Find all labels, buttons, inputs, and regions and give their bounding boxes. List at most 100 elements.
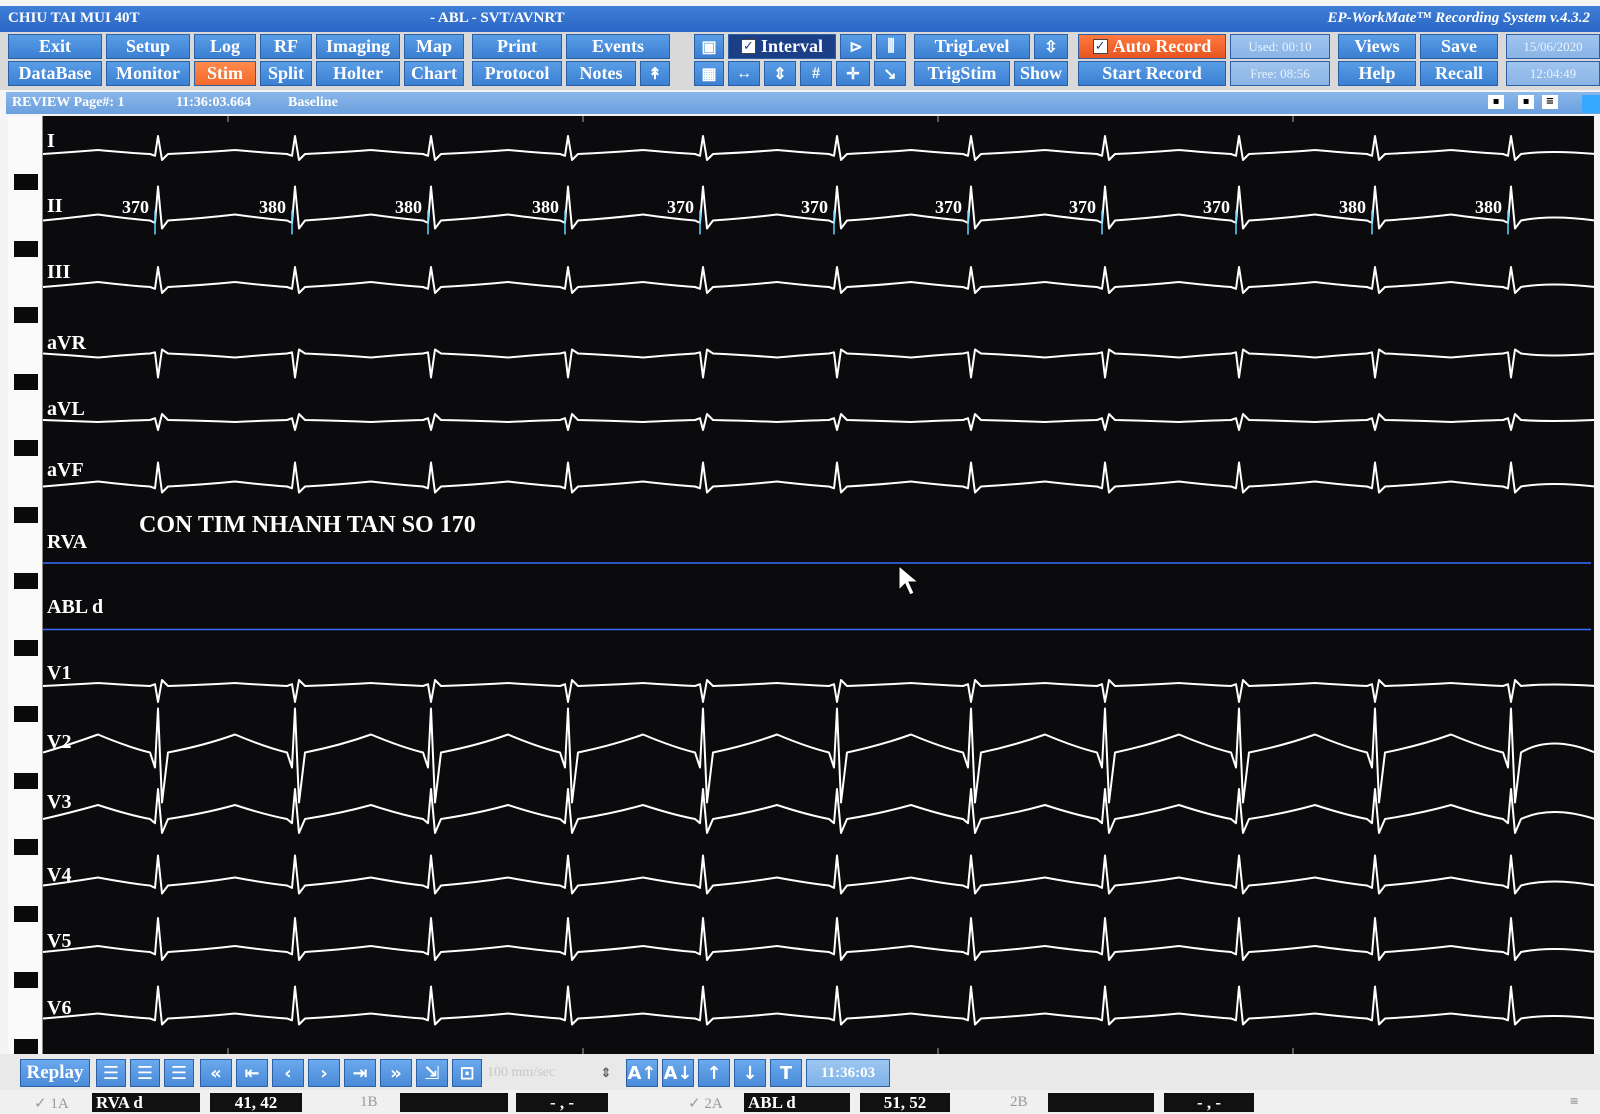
ecg-trace-v5 (43, 917, 1594, 961)
replay-toolbar: Replay ☰ ☰ ☰ « ⇤ ‹ › ⇥ » ⇲ ⊡ 100 mm/sec … (0, 1054, 1600, 1090)
page-layout-3-icon[interactable]: ☰ (164, 1059, 194, 1087)
channel-marker (14, 772, 38, 789)
views-button[interactable]: Views (1338, 34, 1416, 59)
step-forward-page-icon[interactable]: ⇥ (344, 1059, 376, 1087)
split-button[interactable]: Split (260, 61, 312, 86)
channel-marker (14, 972, 38, 988)
log-button[interactable]: Log (194, 34, 256, 59)
stim-button[interactable]: Stim (194, 61, 256, 86)
h-caliper-icon[interactable]: ↔ (728, 61, 760, 86)
date-readout: 15/06/2020 (1506, 34, 1600, 59)
move-up-icon[interactable]: ↑ (698, 1059, 730, 1087)
show-button[interactable]: Show (1014, 61, 1068, 86)
step-back-icon[interactable]: ‹ (272, 1059, 304, 1087)
auto-record-checkbox[interactable]: ✓ (1092, 39, 1108, 54)
channel-1b-value: - , - (516, 1093, 608, 1112)
ecg-display[interactable]: CON TIM NHANH TAN SO 170 I II III aVR aVL aVF… (42, 116, 1594, 1054)
page-layout-1-icon[interactable]: ☰ (96, 1059, 126, 1087)
rr-interval-label: 370 (1203, 196, 1230, 217)
channel-2a-checkbox[interactable]: ✓ 2A (688, 1094, 723, 1113)
step-forward-icon[interactable]: › (308, 1059, 340, 1087)
holter-button[interactable]: Holter (316, 61, 400, 86)
rr-interval-label: 380 (395, 196, 422, 217)
rewind-fast-icon[interactable]: « (200, 1059, 232, 1087)
trig-stim-button[interactable]: TrigStim (914, 61, 1010, 86)
ecg-trace-v2 (43, 707, 1594, 804)
pin-icon[interactable]: ↟ (640, 61, 670, 86)
exit-button[interactable]: Exit (8, 34, 102, 59)
lead-label: aVF (47, 458, 84, 481)
review-mode: Baseline (288, 95, 338, 110)
interval-toggle[interactable]: ✓ Interval (728, 34, 836, 59)
database-button[interactable]: DataBase (8, 61, 102, 86)
save-button[interactable]: Save (1420, 34, 1498, 59)
move-down-icon[interactable]: ↓ (734, 1059, 766, 1087)
monitor-button[interactable]: Monitor (106, 61, 190, 86)
columns-icon[interactable]: ⫼ (876, 34, 906, 59)
grid-icon[interactable]: ▦ (694, 61, 724, 86)
rf-button[interactable]: RF (260, 34, 312, 59)
marker-icon[interactable]: ⊳ (840, 34, 872, 59)
menu-icon[interactable]: ≡ (1542, 95, 1558, 109)
ecg-trace-avf (43, 461, 1594, 494)
window-titlebar: CHIU TAI MUI 40T - ABL - SVT/AVNRT EP-Wo… (0, 6, 1600, 32)
forward-fast-icon[interactable]: » (380, 1059, 412, 1087)
notes-button[interactable]: Notes (566, 61, 636, 86)
protocol-button[interactable]: Protocol (472, 61, 562, 86)
trig-level-button[interactable]: TrigLevel (914, 34, 1030, 59)
channel-1a-name: RVA d (92, 1093, 200, 1112)
step-back-page-icon[interactable]: ⇤ (236, 1059, 268, 1087)
speed-spinner-icon[interactable]: ⇕ (598, 1059, 614, 1087)
ecg-trace-avl (43, 413, 1594, 431)
review-timestamp: 11:36:03.664 (176, 95, 252, 110)
sweep-speed-field[interactable]: 100 mm/sec (487, 1062, 595, 1084)
map-button[interactable]: Map (404, 34, 464, 59)
channel-status-bar: ✓ 1A RVA d 41, 42 1B - , - ✓ 2A ABL d 51… (0, 1090, 1600, 1114)
channel-marker (14, 839, 38, 855)
lead-label: I (47, 130, 55, 152)
auto-record-toggle[interactable]: ✓ Auto Record (1078, 34, 1226, 59)
channel-marker (14, 639, 38, 656)
diagonal-icon[interactable]: ↘ (874, 61, 906, 86)
channel-marker (14, 240, 38, 257)
amp-decrease-icon[interactable]: A↓ (662, 1059, 694, 1087)
imaging-button[interactable]: Imaging (316, 34, 400, 59)
go-to-end-icon[interactable]: ⇲ (416, 1059, 448, 1087)
camera-icon[interactable]: ▣ (694, 34, 724, 59)
events-button[interactable]: Events (566, 34, 670, 59)
ecg-trace-avr (43, 348, 1594, 379)
minimize-icon[interactable]: ▪ (1488, 95, 1504, 109)
interval-checkbox[interactable]: ✓ (741, 39, 756, 54)
rr-interval-label: 370 (122, 196, 149, 217)
number-icon[interactable]: # (800, 61, 832, 86)
text-tool-icon[interactable]: T (770, 1059, 802, 1087)
channel-1a-checkbox[interactable]: ✓ 1A (34, 1094, 69, 1113)
system-title: EP-WorkMate™ Recording System v.4.3.2 (1327, 10, 1591, 26)
cross-icon[interactable]: ✛ (836, 61, 870, 86)
setup-button[interactable]: Setup (106, 34, 190, 59)
lead-label: V4 (47, 863, 72, 886)
restore-icon[interactable]: ▪ (1518, 95, 1534, 109)
channel-2b-name (1048, 1093, 1154, 1112)
amp-increase-icon[interactable]: A↑ (626, 1059, 658, 1087)
ecg-trace-v6 (43, 985, 1594, 1026)
replay-button[interactable]: Replay (20, 1059, 90, 1087)
main-toolbar: Exit Setup Log RF Imaging Map Print Even… (0, 32, 1600, 90)
rr-interval-label: 380 (1339, 196, 1366, 217)
channel-2b-label[interactable]: 2B (1010, 1094, 1028, 1111)
start-record-button[interactable]: Start Record (1078, 61, 1226, 86)
channel-marker (14, 174, 38, 190)
print-button[interactable]: Print (472, 34, 562, 59)
v-caliper-icon[interactable]: ⇕ (764, 61, 796, 86)
channel-2a-value: 51, 52 (860, 1093, 950, 1112)
panel-end-icon (1582, 95, 1600, 113)
chart-button[interactable]: Chart (404, 61, 464, 86)
review-status-bar: REVIEW Page#: 1 11:36:03.664 Baseline ▪ … (6, 92, 1600, 114)
lock-icon[interactable]: ⊡ (452, 1059, 482, 1087)
level-adjust-icon[interactable]: ⇳ (1034, 34, 1068, 59)
channel-1b-label[interactable]: 1B (360, 1094, 378, 1111)
help-button[interactable]: Help (1338, 61, 1416, 86)
status-menu-icon[interactable]: ≡ (1570, 1094, 1578, 1111)
recall-button[interactable]: Recall (1420, 61, 1498, 86)
page-layout-2-icon[interactable]: ☰ (130, 1059, 160, 1087)
